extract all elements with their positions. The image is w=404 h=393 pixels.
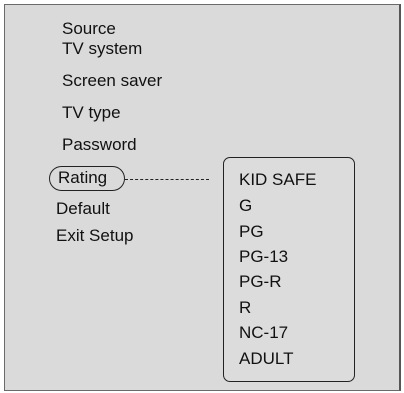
rating-option-adult[interactable]: ADULT	[239, 349, 293, 369]
menu-item-tv-system[interactable]: TV system	[62, 39, 142, 59]
menu-item-source[interactable]: Source	[62, 19, 116, 39]
submenu-connector	[125, 179, 209, 180]
rating-option-r[interactable]: R	[239, 298, 251, 318]
menu-item-exit-setup[interactable]: Exit Setup	[56, 226, 134, 246]
menu-item-password[interactable]: Password	[62, 135, 137, 155]
rating-option-pg-r[interactable]: PG-R	[239, 272, 282, 292]
rating-option-nc-17[interactable]: NC-17	[239, 323, 288, 343]
rating-option-pg[interactable]: PG	[239, 222, 264, 242]
menu-item-rating[interactable]: Rating	[58, 168, 107, 188]
menu-item-default[interactable]: Default	[56, 199, 110, 219]
rating-option-pg-13[interactable]: PG-13	[239, 247, 288, 267]
setup-screen: Source TV system Screen saver TV type Pa…	[4, 4, 401, 391]
rating-option-g[interactable]: G	[239, 196, 252, 216]
rating-options-panel: KID SAFE G PG PG-13 PG-R R NC-17 ADULT	[223, 157, 355, 382]
menu-item-screen-saver[interactable]: Screen saver	[62, 71, 162, 91]
menu-item-tv-type[interactable]: TV type	[62, 103, 121, 123]
rating-option-kid-safe[interactable]: KID SAFE	[239, 170, 316, 190]
